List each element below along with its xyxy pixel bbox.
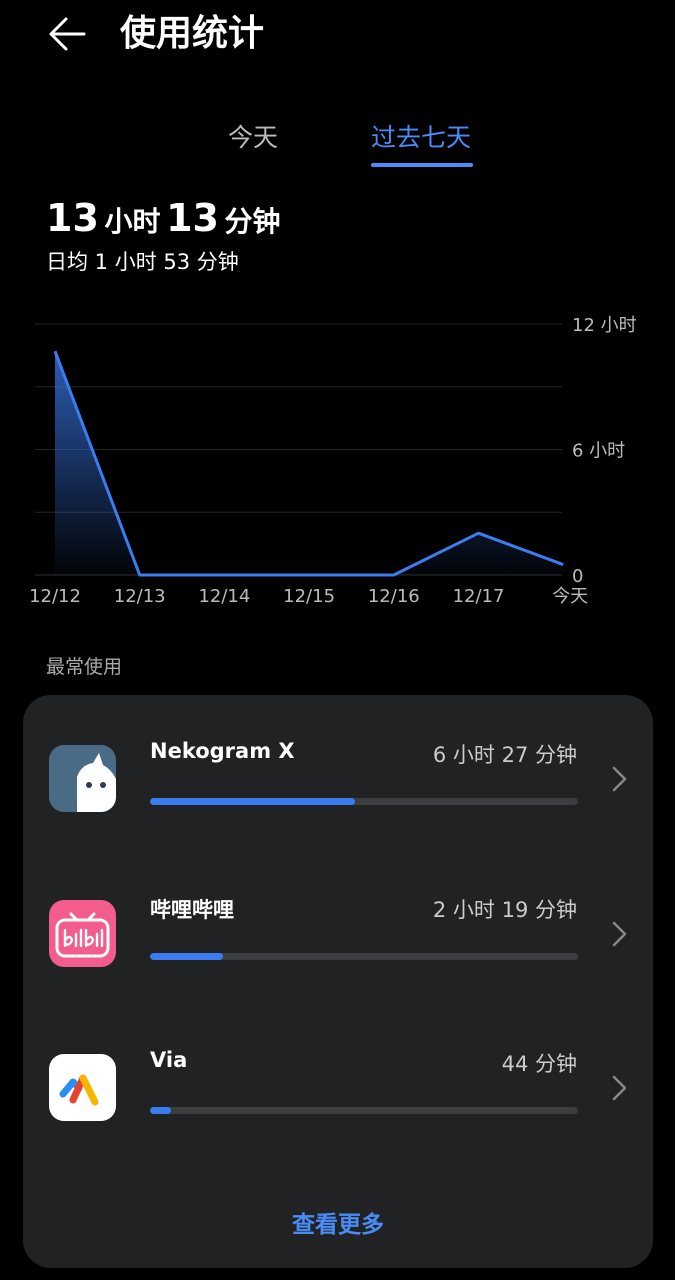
chevron-right-icon xyxy=(612,766,627,792)
usage-bar-fill xyxy=(150,953,223,960)
chevron-right-icon xyxy=(612,1075,627,1101)
app-name: Nekogram X xyxy=(150,739,295,763)
app-row-nekogram[interactable]: Nekogram X 6 小时 27 分钟 xyxy=(23,725,653,845)
y-tick-label: 0 xyxy=(572,566,583,587)
usage-bar-track xyxy=(150,798,578,805)
active-tab-indicator xyxy=(371,163,473,167)
most-used-card: Nekogram X 6 小时 27 分钟 哔哩哔哩 2 小时 19 分钟 Vi… xyxy=(23,695,653,1268)
app-usage-time: 6 小时 27 分钟 xyxy=(432,743,577,767)
tab-today[interactable]: 今天 xyxy=(228,120,278,156)
total-hours: 13 xyxy=(46,196,99,240)
page-title: 使用统计 xyxy=(120,13,265,54)
usage-bar-track xyxy=(150,953,578,960)
via-icon xyxy=(49,1054,116,1121)
app-row-bilibili[interactable]: 哔哩哔哩 2 小时 19 分钟 xyxy=(23,880,653,1000)
usage-area xyxy=(55,351,564,575)
nekogram-icon xyxy=(49,745,116,812)
app-name: Via xyxy=(150,1048,188,1072)
usage-bar-fill xyxy=(150,798,356,805)
most-used-label: 最常使用 xyxy=(46,656,123,678)
usage-bar-track xyxy=(150,1107,578,1114)
hours-unit: 小时 xyxy=(104,205,161,238)
daily-average: 日均 1 小时 53 分钟 xyxy=(46,250,239,274)
tab-bar: 今天 过去七天 xyxy=(0,120,675,170)
total-usage: 13 小时 13 分钟 xyxy=(46,196,281,240)
app-name: 哔哩哔哩 xyxy=(150,898,234,922)
app-usage-time: 2 小时 19 分钟 xyxy=(432,898,577,922)
x-tick-label: 12/17 xyxy=(453,586,505,607)
app-usage-time: 44 分钟 xyxy=(501,1052,577,1076)
x-tick-label: 今天 xyxy=(552,586,588,607)
minutes-unit: 分钟 xyxy=(224,205,281,238)
usage-bar-fill xyxy=(150,1107,172,1114)
usage-chart: 12 小时 6 小时 0 12/12 12/13 12/14 12/15 12/16 12/1… xyxy=(29,315,637,607)
x-tick-label: 12/14 xyxy=(198,586,250,607)
arrow-left-icon xyxy=(49,17,86,51)
header: 使用统计 xyxy=(0,0,675,70)
back-button[interactable] xyxy=(44,10,92,58)
bilibili-icon xyxy=(49,900,116,967)
x-tick-label: 12/15 xyxy=(283,586,335,607)
see-more-button[interactable]: 查看更多 xyxy=(23,1205,653,1239)
y-tick-label: 6 小时 xyxy=(572,441,625,462)
y-tick-label: 12 小时 xyxy=(572,315,637,336)
x-tick-label: 12/13 xyxy=(114,586,166,607)
x-tick-label: 12/12 xyxy=(29,586,81,607)
total-minutes: 13 xyxy=(166,196,219,240)
x-tick-label: 12/16 xyxy=(368,586,420,607)
chevron-right-icon xyxy=(612,921,627,947)
tab-last-seven-days[interactable]: 过去七天 xyxy=(371,120,471,156)
app-row-via[interactable]: Via 44 分钟 xyxy=(23,1034,653,1154)
